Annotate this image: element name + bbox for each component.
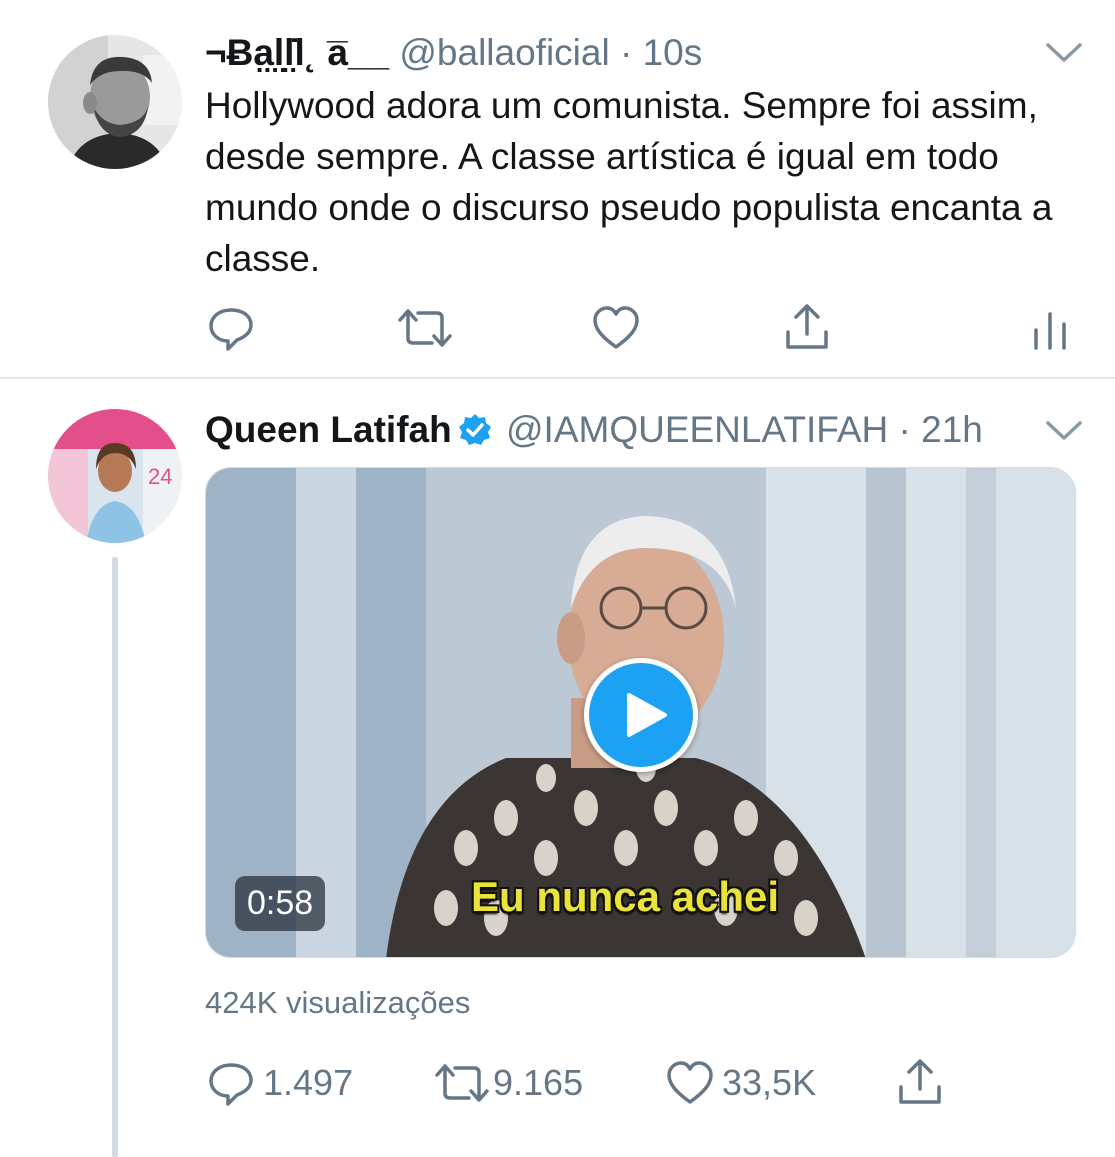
share-button[interactable] bbox=[783, 302, 831, 352]
chevron-down-icon[interactable] bbox=[1044, 414, 1084, 444]
handle[interactable]: @IAMQUEENLATIFAH bbox=[506, 409, 888, 450]
tweet-text: Hollywood adora um comunista. Sempre foi… bbox=[205, 85, 1053, 279]
analytics-icon bbox=[1030, 308, 1070, 350]
tweet-header: Queen Latifah @IAMQUEENLATIFAH · 21h bbox=[205, 408, 983, 457]
tweet-queen-latifah[interactable]: 24 Queen Latifah @IAMQUEENLATIFAH · 21h bbox=[0, 379, 1115, 1157]
retweet-button[interactable]: 9.165 bbox=[433, 1059, 583, 1107]
like-button[interactable] bbox=[592, 305, 648, 351]
like-count: 33,5K bbox=[722, 1062, 817, 1103]
tweet-balla[interactable]: ¬Ƀa̤l̤l̤̇l˛ a̅__ @ballaoficial · 10s Hol… bbox=[0, 0, 1115, 377]
like-icon bbox=[666, 1060, 714, 1106]
handle[interactable]: @ballaoficial bbox=[399, 32, 609, 73]
chevron-down-icon[interactable] bbox=[1044, 36, 1084, 66]
avatar-queen-latifah[interactable]: 24 bbox=[48, 409, 182, 543]
video-subtitle: Eu nunca achei bbox=[471, 873, 780, 920]
separator: · bbox=[898, 409, 911, 450]
retweet-button[interactable] bbox=[396, 304, 462, 352]
like-icon bbox=[592, 305, 640, 351]
analytics-button[interactable] bbox=[1030, 308, 1070, 350]
retweet-icon bbox=[433, 1059, 491, 1107]
share-button[interactable] bbox=[896, 1057, 944, 1107]
reply-icon bbox=[207, 1059, 255, 1107]
video-duration: 0:58 bbox=[235, 876, 326, 931]
retweet-icon bbox=[396, 304, 454, 352]
timestamp[interactable]: 10s bbox=[643, 32, 703, 73]
svg-text:24: 24 bbox=[148, 464, 172, 489]
verified-badge-icon bbox=[458, 413, 492, 457]
play-button[interactable] bbox=[584, 658, 698, 772]
reply-count: 1.497 bbox=[263, 1062, 354, 1103]
display-name[interactable]: Queen Latifah bbox=[205, 409, 452, 450]
share-icon bbox=[896, 1057, 944, 1107]
video-player[interactable]: 0:58 Eu nunca achei bbox=[205, 467, 1076, 958]
reply-icon bbox=[207, 304, 255, 352]
timestamp[interactable]: 21h bbox=[921, 409, 983, 450]
share-icon bbox=[783, 302, 831, 352]
reply-button[interactable] bbox=[207, 304, 263, 352]
play-icon bbox=[627, 693, 667, 737]
avatar-balla[interactable] bbox=[48, 35, 182, 169]
tweet-header: ¬Ƀa̤l̤l̤̇l˛ a̅__ @ballaoficial · 10s bbox=[205, 31, 702, 75]
tweet-actions bbox=[0, 300, 1115, 360]
display-name[interactable]: ¬Ƀa̤l̤l̤̇l˛ a̅__ bbox=[205, 32, 389, 73]
view-count: 424K visualizações bbox=[205, 985, 471, 1020]
retweet-count: 9.165 bbox=[493, 1062, 584, 1103]
separator: · bbox=[620, 32, 633, 73]
reply-button[interactable]: 1.497 bbox=[207, 1059, 353, 1107]
like-button[interactable]: 33,5K bbox=[666, 1060, 816, 1106]
tweet-actions: 1.497 9.165 33,5K bbox=[0, 1059, 1115, 1119]
